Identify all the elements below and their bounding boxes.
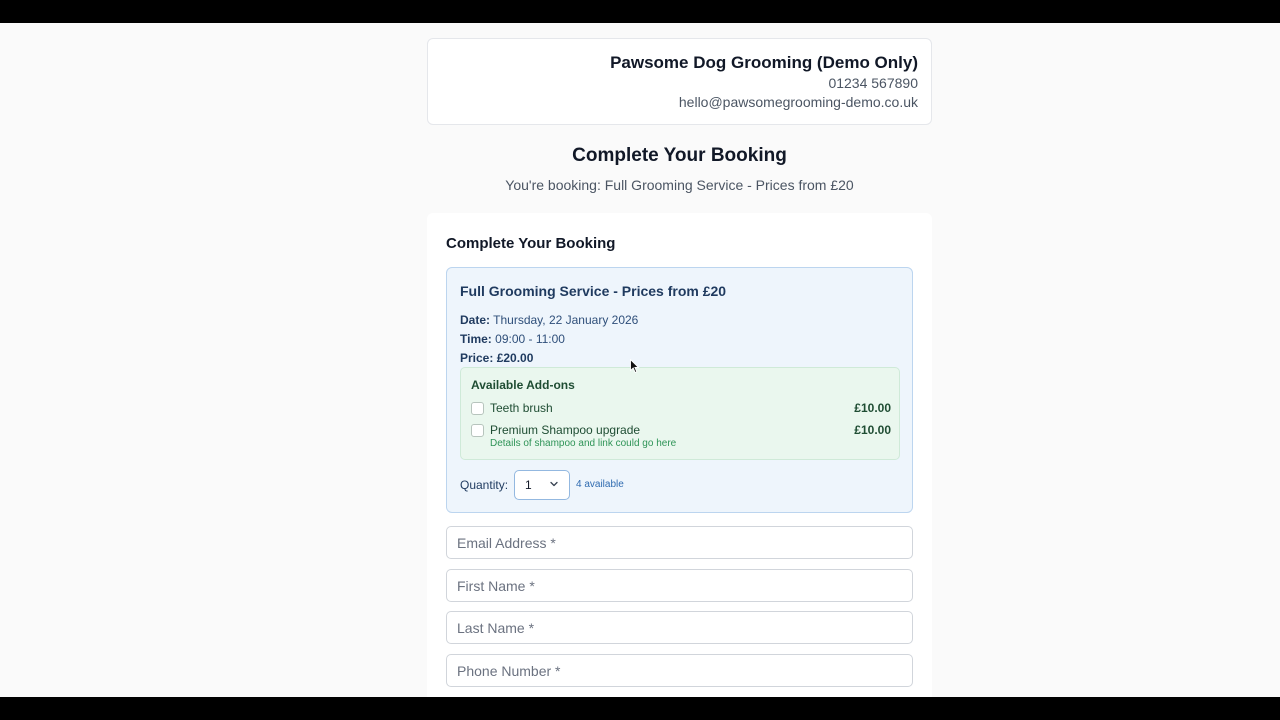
addon-description: Details of shampoo and link could go her… [490,438,677,449]
service-summary: Full Grooming Service - Prices from £20 … [446,267,913,513]
date-value: Thursday, 22 January 2026 [493,313,639,327]
quantity-label: Quantity: [460,478,509,492]
date-label: Date: [460,313,491,327]
addons-title: Available Add-ons [471,378,575,392]
price-value: £20.00 [496,351,534,365]
time-label: Time: [460,332,492,346]
booking-page: Pawsome Dog Grooming (Demo Only) 01234 5… [0,23,1280,697]
time-value: 09:00 - 11:00 [495,332,565,346]
page-subtitle: You're booking: Full Grooming Service - … [505,177,854,193]
business-email: hello@pawsomegrooming-demo.co.uk [678,94,918,110]
price-label: Price: [460,351,494,365]
form-heading: Complete Your Booking [446,235,616,252]
business-name: Pawsome Dog Grooming (Demo Only) [610,53,918,72]
service-time: Time: 09:00 - 11:00 [460,332,565,346]
page-title: Complete Your Booking [572,145,787,166]
addon-checkbox-premium-shampoo[interactable] [471,424,484,437]
quantity-select[interactable]: 1 [514,470,570,500]
service-date: Date: Thursday, 22 January 2026 [460,313,638,327]
business-header: Pawsome Dog Grooming (Demo Only) 01234 5… [427,38,932,125]
mouse-cursor-icon [630,359,640,374]
addon-price: £10.00 [854,423,891,437]
addon-price: £10.00 [854,401,891,415]
first-name-field[interactable] [446,569,913,602]
chevron-down-icon [550,481,558,487]
addon-name: Teeth brush [490,401,553,415]
addon-item: Teeth brush £10.00 [471,400,891,418]
last-name-field[interactable] [446,611,913,644]
quantity-available: 4 available [576,479,624,490]
business-phone: 01234 567890 [828,75,918,91]
booking-form: Complete Your Booking Full Grooming Serv… [427,213,932,697]
service-price: Price: £20.00 [460,351,533,365]
email-field[interactable] [446,526,913,559]
phone-field[interactable] [446,654,913,687]
addons-panel: Available Add-ons Teeth brush £10.00 Pre… [460,367,900,460]
addon-name: Premium Shampoo upgrade [490,423,641,437]
quantity-value: 1 [525,478,532,492]
addon-checkbox-teeth-brush[interactable] [471,402,484,415]
service-title: Full Grooming Service - Prices from £20 [460,283,727,299]
